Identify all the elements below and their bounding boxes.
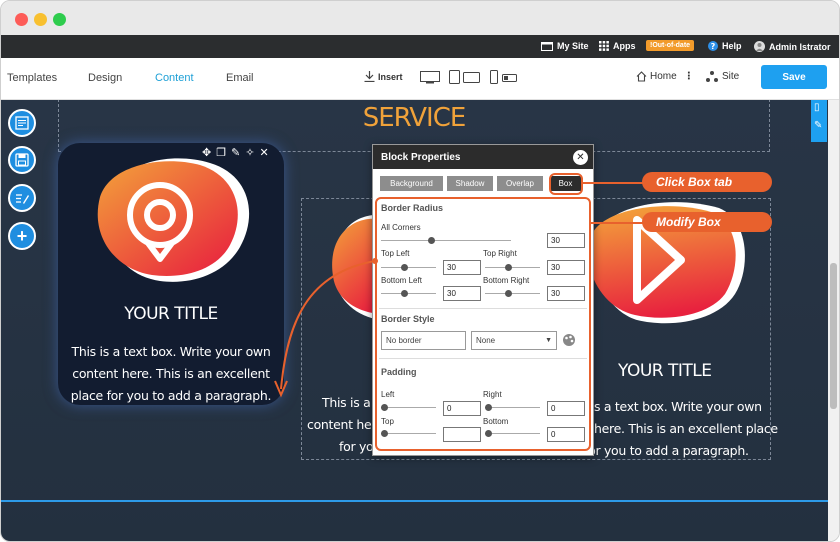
download-icon (364, 71, 375, 82)
callout-arrow (274, 258, 378, 398)
apps-link[interactable]: Apps (599, 41, 636, 51)
help-icon: ? (708, 41, 718, 51)
help-link[interactable]: ? Help (708, 41, 742, 51)
sitemap-icon (706, 71, 718, 82)
card-title[interactable]: YOUR TITLE (58, 304, 284, 324)
right-text-line-3[interactable]: for you to add a paragraph. (584, 440, 749, 462)
editor-toolbar: Templates Design Content Email Insert Ho… (1, 58, 839, 100)
right-card-title[interactable]: YOUR TITLE (618, 360, 712, 382)
window-titlebar (1, 1, 839, 35)
home-icon (636, 71, 647, 82)
box-tab-highlight (549, 173, 583, 195)
service-heading[interactable]: SERVICE (361, 103, 467, 133)
browser-window: My Site Apps !Out-of-date ? Help Admin I… (0, 0, 840, 542)
maximize-window-button[interactable] (53, 13, 66, 26)
scrollbar-thumb[interactable] (830, 263, 837, 409)
plus-icon: + (16, 225, 28, 246)
edit-list-icon (16, 194, 29, 204)
my-site-link[interactable]: My Site (541, 41, 589, 51)
apps-grid-icon (599, 41, 609, 51)
panel-title: Block Properties (381, 151, 461, 163)
kebab-menu-icon[interactable]: ⋮ (684, 71, 694, 82)
card-text[interactable]: This is a text box. Write your own conte… (64, 341, 278, 407)
pencil-icon[interactable]: ✎ (814, 120, 822, 131)
block-toolbar: ✥ ❐ ✎ ✧ ✕ (202, 144, 282, 160)
section-divider (1, 500, 828, 502)
save-section-button[interactable] (8, 146, 36, 174)
tab-background[interactable]: Background (380, 176, 443, 191)
middle-text-line-3[interactable]: for yo (339, 436, 374, 458)
right-text-line-1[interactable]: s a text box. Write your own (594, 396, 762, 418)
mobile-view-icon[interactable] (490, 70, 518, 84)
add-block-button[interactable]: + (8, 222, 36, 250)
callout-connector (583, 182, 643, 184)
add-section-button[interactable] (8, 109, 36, 137)
tab-content[interactable]: Content (155, 72, 194, 84)
copy-icon[interactable]: ❐ (216, 146, 226, 159)
layout-icon (15, 116, 29, 130)
tab-overlap[interactable]: Overlap (497, 176, 543, 191)
panel-header: Block Properties (373, 145, 593, 169)
modify-box-callout: Modify Box (642, 212, 772, 232)
save-button[interactable]: Save (761, 65, 827, 89)
panel-close-button[interactable]: ✕ (573, 150, 588, 165)
vertical-scrollbar[interactable] (828, 100, 839, 541)
middle-text-line-2[interactable]: content her (307, 414, 377, 436)
tablet-view-icon[interactable] (449, 70, 481, 84)
edit-icon[interactable]: ✎ (231, 146, 240, 159)
out-of-date-badge[interactable]: !Out-of-date (646, 40, 695, 51)
box-settings-highlight (375, 197, 591, 451)
right-text-line-2[interactable]: here. This is an excellent place (594, 418, 778, 440)
magic-wand-icon[interactable]: ✧ (245, 146, 254, 159)
tab-templates[interactable]: Templates (7, 72, 57, 84)
minimize-window-button[interactable] (34, 13, 47, 26)
move-icon[interactable]: ✥ (202, 146, 211, 159)
insert-button[interactable]: Insert (364, 71, 403, 82)
click-box-tab-callout: Click Box tab (642, 172, 772, 192)
user-menu[interactable]: Admin Istrator (754, 41, 831, 52)
callout-connector (591, 222, 643, 224)
site-menu[interactable]: Site (706, 71, 739, 82)
admin-bar: My Site Apps !Out-of-date ? Help Admin I… (1, 35, 839, 58)
page-icon[interactable]: ▯ (814, 102, 820, 113)
close-icon[interactable]: ✕ (260, 146, 269, 159)
floppy-icon (15, 153, 29, 167)
right-tools-tab[interactable]: ▯ ✎ (811, 100, 827, 142)
edit-content-button[interactable] (8, 184, 36, 212)
tab-design[interactable]: Design (88, 72, 122, 84)
home-page-dropdown[interactable]: Home ⋮ (636, 71, 694, 82)
window-icon (541, 41, 553, 51)
service-card-selected[interactable]: YOUR TITLE This is a text box. Write you… (58, 143, 284, 405)
avatar-icon (754, 41, 765, 52)
desktop-view-icon[interactable] (420, 71, 440, 84)
close-window-button[interactable] (15, 13, 28, 26)
svg-text:?: ? (711, 42, 716, 51)
location-pin-graphic (97, 158, 250, 282)
tab-email[interactable]: Email (226, 72, 254, 84)
tab-shadow[interactable]: Shadow (447, 176, 493, 191)
